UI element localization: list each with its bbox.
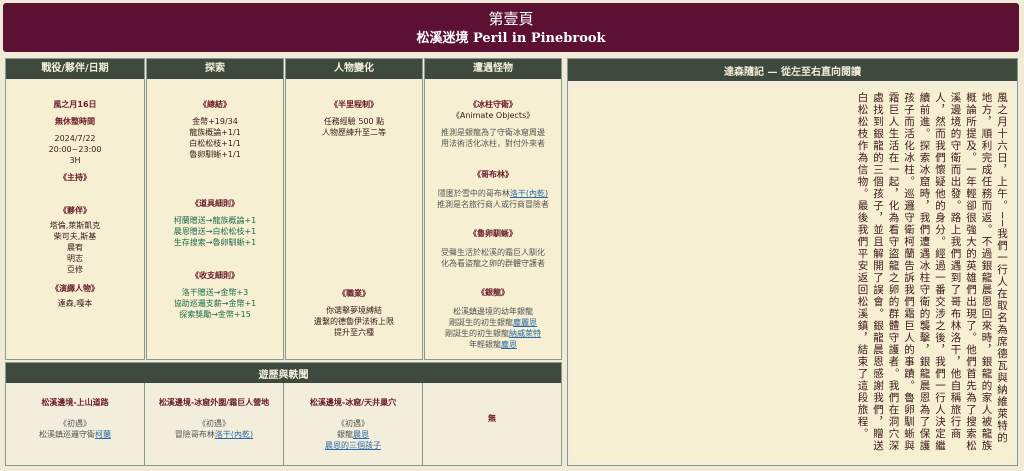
npc-link[interactable]: 洛干(內乾) [510, 189, 548, 198]
host-heading: 《主持》 [59, 173, 91, 182]
gear-item: 柯蘭贈送→龍族概論+1 [173, 216, 257, 225]
npc-link[interactable]: 納威萊特 [509, 329, 541, 338]
monster-desc: 推測是名旅行商人或行商冒險者 [437, 200, 549, 209]
route-cell: 松溪邊境-上山道路 《初遇》 松溪鎮巡邏守衛柯蘭 [6, 383, 145, 465]
party-member: 明志 [67, 254, 83, 263]
route-desc: 松溪鎮巡邏守衛柯蘭 [39, 430, 111, 439]
gear-heading: 《道具細則》 [191, 199, 239, 208]
monster-desc: 推測是銀龍為了守衛冰窟周邊 [441, 128, 545, 137]
monster-desc: 用法術活化冰柱，對付外來者 [441, 139, 545, 148]
journal-text: 風之月十六日，上午。──我們一行人在取名為席德瓦與納維萊特的地方，順利完成任務而… [572, 86, 1013, 461]
summary-item: 魯卵馴蜥+1/1 [189, 150, 241, 159]
class-item: 你選擊夢境縛結 [326, 306, 382, 315]
summary-item: 白松松枝+1/1 [189, 139, 241, 148]
real-date: 2024/7/22 [54, 134, 96, 143]
route-title: 松溪邊境-冰窟/天井巢穴 [309, 398, 397, 407]
monster-heading: 《哥布林》 [473, 170, 513, 179]
character-heading: 《演繹人物》 [51, 284, 99, 293]
route-desc: 晨恩的三個孩子 [284, 440, 422, 451]
monster-desc: 松溪鎮邊境的幼年銀龍 [453, 307, 533, 316]
income-item: 洛干贈送→金幣+3 [181, 288, 249, 297]
npc-link[interactable]: 晨恩 [353, 430, 369, 439]
summary-item: 金幣+19/34 [192, 117, 238, 126]
monster-heading: 《魯卵馴蜥》 [469, 229, 517, 238]
party-member: 塔倫,萊斯凱克 [49, 221, 101, 230]
route-desc: 銀龍晨恩 [337, 430, 369, 439]
date-header: 戰役/夥伴/日期 [6, 59, 144, 79]
monster-header: 遭遇怪物 [425, 59, 561, 79]
route-title: 松溪邊境-上山道路 [41, 398, 109, 407]
monster-desc: 化為看盜龍之卵的群體守護者 [441, 259, 545, 268]
npc-link[interactable]: 塵恩 [501, 340, 517, 349]
summary-heading: 《總結》 [199, 100, 231, 109]
route-sub: 《初遇》 [337, 419, 369, 428]
class-heading: 《職業》 [338, 289, 370, 298]
route-sub: 《初遇》 [59, 419, 91, 428]
date-column: 戰役/夥伴/日期 風之月16日 無休整時間 2024/7/22 20:00~23… [5, 58, 145, 360]
route-desc: 冒險哥布林洛干(內乾) [174, 430, 254, 439]
session-date: 風之月16日 [53, 100, 97, 109]
routes-panel: 遊歷與軼聞 松溪邊境-上山道路 《初遇》 松溪鎮巡邏守衛柯蘭 松溪邊境-冰窟外圍… [5, 362, 562, 466]
class-item: 提升至六種 [334, 328, 374, 337]
journal-header: 達森隨記 — 從左至右直向閱讀 [568, 59, 1017, 81]
monster-heading: 《冰柱守衛》 [469, 100, 517, 109]
gear-item: 晨恩贈送→白松松枝+1 [173, 227, 257, 236]
route-cell: 松溪邊境-冰窟外圍/霜巨人營地 《初遇》 冒險哥布林洛干(內乾) [145, 383, 284, 465]
gear-item: 生存搜索→魯卵馴蜥+1 [173, 238, 257, 247]
rest-period: 無休整時間 [55, 117, 95, 126]
monster-column: 遭遇怪物 《冰柱守衛》 《Animate Objects》 推測是銀龍為了守衛冰… [424, 58, 562, 360]
adventure-title: 松溪迷境 Peril in Pinebrook [416, 31, 606, 46]
class-item: 遺繫的德魯伊法術上限 [314, 317, 394, 326]
monster-desc: 受聲生活於松溪的霜巨人馴化 [441, 248, 545, 257]
page-banner: 第壹頁 松溪迷境 Peril in Pinebrook [3, 3, 1019, 52]
milestone-item: 人物歷練升至二等 [322, 128, 386, 137]
route-cell: 松溪邊境-冰窟/天井巢穴 《初遇》 銀龍晨恩 晨恩的三個孩子 [284, 383, 423, 465]
npc-link[interactable]: 柯蘭 [95, 430, 111, 439]
route-cell: 無 [423, 383, 561, 465]
route-sub: 《初遇》 [198, 419, 230, 428]
monster-subtitle: 《Animate Objects》 [451, 111, 535, 120]
party-member: 柴可夫,斯基 [53, 232, 97, 241]
journal-panel: 達森隨記 — 從左至右直向閱讀 風之月十六日，上午。──我們一行人在取名為席德瓦… [567, 58, 1018, 466]
income-item: 探索獎勵→金幣+15 [179, 310, 251, 319]
party-heading: 《夥伴》 [59, 206, 91, 215]
route-title: 松溪邊境-冰窟外圍/霜巨人營地 [158, 398, 270, 407]
characters: 達森,嘎本 [57, 299, 93, 308]
session-time: 20:00~23:00 [48, 145, 102, 154]
npc-link[interactable]: 塵麗恩 [513, 318, 537, 327]
monster-heading: 《銀龍》 [477, 288, 509, 297]
monster-desc: 隱匿於雪中的哥布林洛干(內乾) [437, 189, 549, 198]
npc-link[interactable]: 晨恩的三個孩子 [325, 441, 381, 450]
explore-column: 探索 《總結》 金幣+19/34 龍族概論+1/1 白松松枝+1/1 魯卵馴蜥+… [146, 58, 284, 360]
monster-desc: 剛誕生的初生銀龍納威萊特 [445, 329, 541, 338]
monster-desc: 剛誕生的初生銀龍塵麗恩 [449, 318, 537, 327]
milestone-item: 任務經驗 500 點 [323, 117, 385, 126]
page-number: 第壹頁 [488, 10, 534, 28]
session-hours: 3H [69, 156, 81, 165]
party-member: 亞修 [67, 265, 83, 274]
party-member: 晨宥 [67, 243, 83, 252]
change-header: 人物變化 [286, 59, 422, 79]
milestone-heading: 《半里程制》 [330, 100, 378, 109]
npc-link[interactable]: 洛干(內乾) [215, 430, 253, 439]
routes-header: 遊歷與軼聞 [6, 363, 561, 383]
income-item: 協助巡邏支薪→金幣+1 [173, 299, 257, 308]
income-heading: 《收支細則》 [191, 271, 239, 280]
explore-header: 探索 [147, 59, 283, 79]
change-column: 人物變化 《半里程制》 任務經驗 500 點 人物歷練升至二等 《職業》 你選擊… [285, 58, 423, 360]
route-title: 無 [488, 414, 496, 423]
summary-item: 龍族概論+1/1 [189, 128, 241, 137]
monster-desc: 年輕銀龍塵恩 [469, 340, 517, 349]
